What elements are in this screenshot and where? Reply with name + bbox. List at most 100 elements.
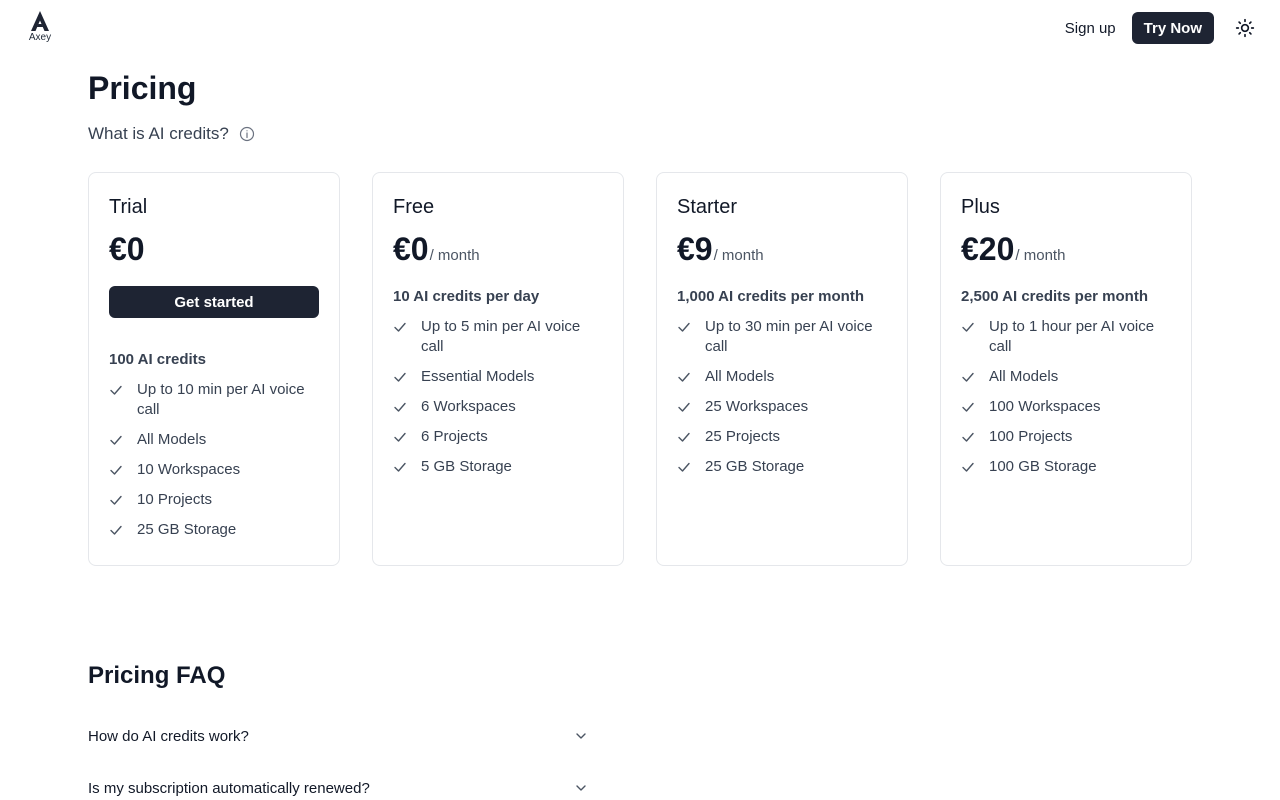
check-icon <box>109 520 125 540</box>
check-icon <box>961 367 977 387</box>
check-icon <box>961 317 977 337</box>
price-row: €0 <box>109 231 319 269</box>
credits-question: What is AI credits? <box>88 124 255 144</box>
check-icon <box>677 457 693 477</box>
theme-toggle-button[interactable] <box>1234 17 1256 39</box>
top-bar: Axey Sign up Try Now <box>0 0 1280 56</box>
check-icon <box>109 460 125 480</box>
brand-name: Axey <box>28 32 52 43</box>
feature-text: Up to 10 min per AI voice call <box>137 381 305 418</box>
plan-period: / month <box>713 247 764 264</box>
feature-list: Up to 10 min per AI voice call All Model… <box>109 380 319 540</box>
feature-text: 25 Workspaces <box>705 398 809 415</box>
check-icon <box>109 380 125 400</box>
chevron-down-icon <box>576 733 586 739</box>
plan-price: €0 <box>393 231 429 267</box>
check-icon <box>677 397 693 417</box>
plan-price: €9 <box>677 231 713 267</box>
feature-text: 6 Workspaces <box>421 398 516 415</box>
pricing-plans: Trial €0 Get started 100 AI credits Up t… <box>88 172 1192 566</box>
plan-name: Starter <box>677 196 738 218</box>
feature-text: 25 GB Storage <box>137 521 237 538</box>
plan-price: €0 <box>109 231 145 267</box>
feature-item: 5 GB Storage <box>393 457 603 477</box>
feature-item: Up to 10 min per AI voice call <box>109 380 319 420</box>
feature-item: 25 Workspaces <box>677 397 887 417</box>
plan-credits: 100 AI credits <box>109 351 206 368</box>
feature-text: 6 Projects <box>421 428 488 445</box>
feature-item: 100 GB Storage <box>961 457 1171 477</box>
feature-item: 25 GB Storage <box>109 520 319 540</box>
plan-credits: 10 AI credits per day <box>393 288 540 305</box>
feature-text: 5 GB Storage <box>421 458 512 475</box>
check-icon <box>393 317 409 337</box>
feature-text: 100 Workspaces <box>989 398 1101 415</box>
feature-text: All Models <box>705 368 775 385</box>
feature-text: 100 GB Storage <box>989 458 1097 475</box>
get-started-button[interactable]: Get started <box>109 286 319 318</box>
feature-text: 10 Workspaces <box>137 461 241 478</box>
feature-item: All Models <box>677 367 887 387</box>
feature-item: All Models <box>109 430 319 450</box>
feature-item: Up to 5 min per AI voice call <box>393 317 603 357</box>
plan-price: €20 <box>961 231 1015 267</box>
feature-list: Up to 5 min per AI voice call Essential … <box>393 317 603 477</box>
info-icon[interactable] <box>239 126 255 142</box>
faq-question: Is my subscription automatically renewed… <box>88 779 370 797</box>
price-row: €0 / month <box>393 231 603 269</box>
feature-item: 10 Workspaces <box>109 460 319 480</box>
check-icon <box>393 367 409 387</box>
feature-item: 100 Workspaces <box>961 397 1171 417</box>
faq-item-renewal[interactable]: Is my subscription automatically renewed… <box>88 773 588 800</box>
feature-text: 25 Projects <box>705 428 781 445</box>
plan-name: Plus <box>961 196 1000 218</box>
feature-item: 25 Projects <box>677 427 887 447</box>
faq-item-credits[interactable]: How do AI credits work? <box>88 721 588 751</box>
feature-item: Up to 30 min per AI voice call <box>677 317 887 357</box>
plan-name: Trial <box>109 196 148 218</box>
plan-card-trial: Trial €0 Get started 100 AI credits Up t… <box>88 172 340 566</box>
feature-text: All Models <box>137 431 207 448</box>
credits-question-text: What is AI credits? <box>88 124 229 143</box>
price-row: €9 / month <box>677 231 887 269</box>
check-icon <box>677 427 693 447</box>
feature-item: 25 GB Storage <box>677 457 887 477</box>
plan-card-starter: Starter €9 / month 1,000 AI credits per … <box>656 172 908 566</box>
feature-text: Up to 1 hour per AI voice call <box>989 318 1155 355</box>
feature-text: Up to 30 min per AI voice call <box>705 318 873 355</box>
feature-item: Essential Models <box>393 367 603 387</box>
feature-text: 25 GB Storage <box>705 458 805 475</box>
plan-name: Free <box>393 196 435 218</box>
feature-text: 10 Projects <box>137 491 213 508</box>
feature-item: 10 Projects <box>109 490 319 510</box>
check-icon <box>109 490 125 510</box>
brand-logo[interactable]: Axey <box>24 10 56 46</box>
signup-link[interactable]: Sign up <box>1065 20 1116 37</box>
feature-item: 6 Projects <box>393 427 603 447</box>
faq-question: How do AI credits work? <box>88 727 249 745</box>
nav-actions: Sign up Try Now <box>1065 12 1256 44</box>
check-icon <box>961 397 977 417</box>
feature-text: Up to 5 min per AI voice call <box>421 318 581 355</box>
feature-text: 100 Projects <box>989 428 1073 445</box>
logo-icon <box>31 11 49 31</box>
feature-item: Up to 1 hour per AI voice call <box>961 317 1171 357</box>
plan-card-plus: Plus €20 / month 2,500 AI credits per mo… <box>940 172 1192 566</box>
plan-period: / month <box>1015 247 1066 264</box>
check-icon <box>393 427 409 447</box>
check-icon <box>677 317 693 337</box>
check-icon <box>961 427 977 447</box>
check-icon <box>109 430 125 450</box>
check-icon <box>677 367 693 387</box>
feature-item: All Models <box>961 367 1171 387</box>
check-icon <box>961 457 977 477</box>
feature-list: Up to 1 hour per AI voice call All Model… <box>961 317 1171 477</box>
try-now-button[interactable]: Try Now <box>1131 12 1214 44</box>
plan-credits: 1,000 AI credits per month <box>677 288 865 305</box>
plan-period: / month <box>429 247 480 264</box>
price-row: €20 / month <box>961 231 1171 269</box>
feature-item: 6 Workspaces <box>393 397 603 417</box>
feature-text: Essential Models <box>421 368 535 385</box>
faq-title: Pricing FAQ <box>88 662 226 689</box>
chevron-down-icon <box>576 785 586 791</box>
